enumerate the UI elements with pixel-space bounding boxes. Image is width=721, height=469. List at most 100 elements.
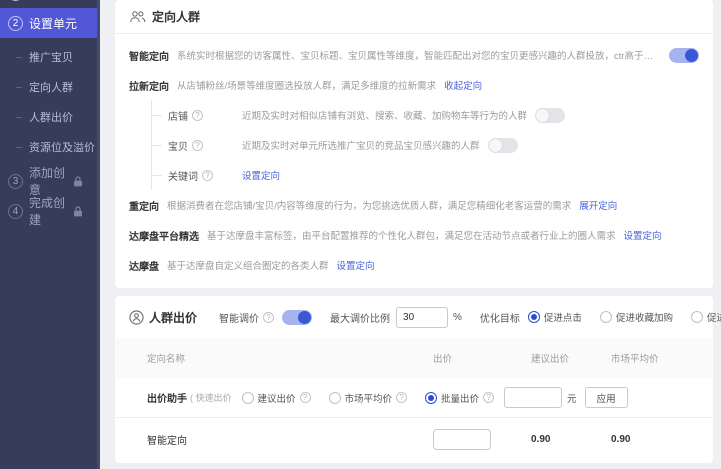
- lock-icon: [73, 206, 83, 217]
- new-customer-sub-rows: 店铺 ? 近期及实时对相似店铺有浏览、搜索、收藏、加购物车等行为的人群 宝贝 ?…: [151, 100, 699, 190]
- sidebar-item-audience[interactable]: 定向人群: [0, 72, 97, 102]
- sub-item-label: 定向人群: [29, 79, 73, 95]
- batch-bid-radio-item[interactable]: 批量出价 ?: [425, 391, 494, 405]
- audience-rows: 智能定向 系统实时根据您的访客属性、宝贝标题、宝贝属性等维度，智能匹配出对您的宝…: [115, 34, 713, 280]
- child-label-wrap: 宝贝 ?: [168, 138, 242, 153]
- radio-icon[interactable]: [528, 311, 540, 323]
- help-icon[interactable]: ?: [202, 170, 213, 181]
- column-header-bid: 出价: [433, 351, 531, 365]
- help-icon[interactable]: ?: [192, 140, 203, 151]
- smart-targeting-bid-input[interactable]: [433, 429, 491, 450]
- radio-label: 促进收藏加购: [616, 310, 673, 324]
- retargeting-row: 重定向 根据消费者在您店铺/宝贝/内容等维度的行为，为您挑选优质人群，满足您精细…: [129, 190, 699, 220]
- step-number-badge: 4: [8, 204, 23, 219]
- targeting-name-cell: 智能定向: [147, 432, 433, 447]
- audience-targeting-card: 定向人群 智能定向 系统实时根据您的访客属性、宝贝标题、宝贝属性等维度，智能匹配…: [115, 0, 713, 288]
- column-header-suggest: 建议出价: [531, 351, 611, 365]
- target-conversion-radio-item[interactable]: 促进成交: [691, 310, 721, 324]
- sidebar-item-promote-item[interactable]: 推广宝贝: [0, 42, 97, 72]
- smart-bid-label: 智能调价: [219, 310, 259, 325]
- sidebar-step-creative[interactable]: 3 添加创意: [0, 166, 97, 196]
- suggest-bid-cell: 0.90: [531, 434, 611, 445]
- radio-icon[interactable]: [425, 392, 437, 404]
- row-description: 基于达摩盘自定义组合圈定的各类人群: [167, 258, 329, 272]
- percent-sign: %: [453, 312, 462, 323]
- person-circle-icon: [129, 310, 144, 325]
- sub-item-label: 资源位及溢价: [29, 139, 95, 155]
- help-icon[interactable]: ?: [483, 392, 494, 403]
- help-icon[interactable]: ?: [396, 392, 407, 403]
- item-targeting-toggle[interactable]: [488, 138, 518, 153]
- dmp-set-targeting-link[interactable]: 设置定向: [337, 258, 375, 272]
- item-targeting-row: 宝贝 ? 近期及实时对单元所选推广宝贝的竞品宝贝感兴趣的人群: [152, 130, 699, 160]
- sub-item-label: 人群出价: [29, 109, 73, 125]
- collapse-targeting-link[interactable]: 收起定向: [444, 78, 482, 92]
- radio-icon[interactable]: [691, 311, 703, 323]
- radio-label: 促进成交: [707, 310, 721, 324]
- dmp-platform-picks-row: 达摩盘平台精选 基于达摩盘丰富标签，由平台配置推荐的个性化人群包，满足您在活动节…: [129, 220, 699, 250]
- batch-bid-input[interactable]: [504, 387, 562, 408]
- target-favorite-radio-item[interactable]: 促进收藏加购: [600, 310, 673, 324]
- target-click-radio-item[interactable]: 促进点击: [528, 310, 582, 324]
- row-description: 近期及实时对相似店铺有浏览、搜索、收藏、加购物车等行为的人群: [242, 108, 527, 122]
- sidebar-step-plan[interactable]: 1 设置计划: [0, 0, 97, 8]
- row-description: 根据消费者在您店铺/宝贝/内容等维度的行为，为您挑选优质人群，满足您精细化老客运…: [167, 198, 571, 212]
- step-label: 设置单元: [29, 15, 77, 32]
- keyword-targeting-row: 关键词 ? 设置定向: [152, 160, 699, 190]
- apply-button[interactable]: 应用: [585, 387, 628, 408]
- row-description: 系统实时根据您的访客属性、宝贝标题、宝贝属性等维度，智能匹配出对您的宝贝更感兴趣…: [177, 48, 661, 62]
- step-sub-list: 推广宝贝 定向人群 人群出价 资源位及溢价: [0, 38, 97, 166]
- bid-card-header: 人群出价 智能调价 ? 最大调价比例 % 优化目标 促进点击 促进收藏加购 促进…: [115, 296, 713, 338]
- radio-label: 建议出价: [258, 391, 296, 405]
- row-label: 达摩盘平台精选: [129, 228, 199, 243]
- step-label: 完成创建: [29, 194, 67, 228]
- child-label: 店铺: [168, 108, 188, 123]
- market-avg-radio-item[interactable]: 市场平均价 ?: [329, 391, 408, 405]
- bid-title-wrap: 人群出价: [129, 309, 197, 326]
- dmp-row: 达摩盘 基于达摩盘自定义组合圈定的各类人群 设置定向: [129, 250, 699, 280]
- shop-targeting-toggle[interactable]: [535, 108, 565, 123]
- card-title: 人群出价: [149, 309, 197, 326]
- main-content: 定向人群 智能定向 系统实时根据您的访客属性、宝贝标题、宝贝属性等维度，智能匹配…: [115, 0, 713, 469]
- radio-icon[interactable]: [329, 392, 341, 404]
- row-description: 近期及实时对单元所选推广宝贝的竞品宝贝感兴趣的人群: [242, 138, 480, 152]
- sidebar-step-finish[interactable]: 4 完成创建: [0, 196, 97, 226]
- audience-card-header: 定向人群: [115, 0, 713, 34]
- lock-icon: [73, 176, 83, 187]
- child-label-wrap: 店铺 ?: [168, 108, 242, 123]
- dmp-picks-set-targeting-link[interactable]: 设置定向: [624, 228, 662, 242]
- bid-input-cell: [433, 429, 531, 450]
- new-customer-targeting-row: 拉新定向 从店铺粉丝/场景等维度圈选投放人群，满足多维度的拉新需求 收起定向: [129, 70, 699, 100]
- radio-icon[interactable]: [600, 311, 612, 323]
- smart-targeting-row: 智能定向 系统实时根据您的访客属性、宝贝标题、宝贝属性等维度，智能匹配出对您的宝…: [129, 40, 699, 70]
- radio-icon[interactable]: [242, 392, 254, 404]
- expand-targeting-link[interactable]: 展开定向: [579, 198, 617, 212]
- help-icon[interactable]: ?: [263, 312, 274, 323]
- suggest-bid-radio-item[interactable]: 建议出价 ?: [242, 391, 311, 405]
- bid-helper-prefix: ( 快速出价: [190, 391, 232, 404]
- smart-targeting-toggle[interactable]: [669, 48, 699, 63]
- child-label: 关键词: [168, 168, 198, 183]
- column-header-name: 定向名称: [147, 351, 433, 365]
- row-label: 重定向: [129, 198, 159, 213]
- step-label: 添加创意: [29, 164, 67, 198]
- max-ratio-input[interactable]: [396, 307, 448, 328]
- radio-label: 市场平均价: [345, 391, 393, 405]
- help-icon[interactable]: ?: [192, 110, 203, 121]
- keyword-set-targeting-link[interactable]: 设置定向: [242, 168, 280, 182]
- radio-label: 批量出价: [441, 391, 479, 405]
- sub-item-label: 推广宝贝: [29, 49, 73, 65]
- sidebar-item-placement-premium[interactable]: 资源位及溢价: [0, 132, 97, 162]
- optimize-target-label: 优化目标: [480, 310, 520, 325]
- audience-crowd-icon: [129, 9, 146, 24]
- bid-helper-label: 出价助手: [147, 390, 187, 405]
- sidebar-step-unit[interactable]: 2 设置单元: [0, 8, 97, 38]
- sidebar-item-audience-bid[interactable]: 人群出价: [0, 102, 97, 132]
- smart-bid-toggle[interactable]: [282, 310, 312, 325]
- step-label: 设置计划: [29, 0, 77, 2]
- help-icon[interactable]: ?: [300, 392, 311, 403]
- row-label: 智能定向: [129, 48, 169, 63]
- step-number-badge: 2: [8, 16, 23, 31]
- column-header-market: 市场平均价: [611, 351, 699, 365]
- bid-table-header: 定向名称 出价 建议出价 市场平均价: [115, 338, 713, 378]
